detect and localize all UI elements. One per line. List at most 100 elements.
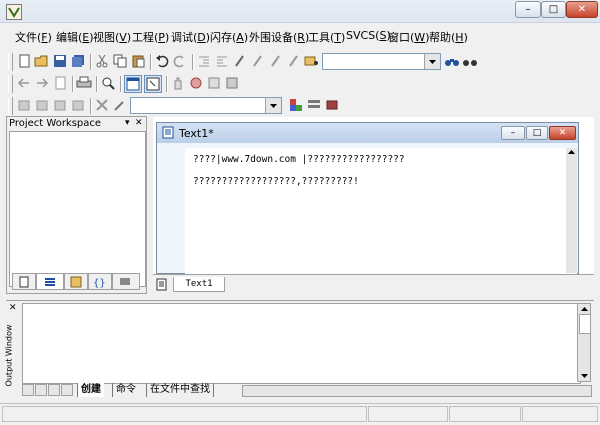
open-folder-icon[interactable]	[34, 53, 50, 69]
indent-icon[interactable]	[196, 53, 212, 69]
output-close-icon[interactable]: ✕	[9, 303, 17, 313]
tab-files[interactable]	[12, 273, 36, 290]
disable-breakpoint-icon[interactable]	[206, 75, 222, 91]
prev-tab-icon[interactable]	[35, 384, 47, 396]
menu-item-label: 编辑	[56, 31, 78, 44]
output-text-area[interactable]	[22, 303, 581, 384]
tab-command[interactable]: 命令	[112, 383, 139, 397]
menu-item-p[interactable]: 工程(P)	[131, 29, 170, 45]
prev-bookmark-icon[interactable]	[268, 53, 284, 69]
menu-item-accelerator: T	[334, 31, 342, 44]
menu-item-a[interactable]: 闪存(A)	[209, 29, 249, 45]
menu-item-w[interactable]: 窗口(W)	[387, 29, 430, 45]
cut-icon[interactable]	[94, 53, 110, 69]
status-message	[2, 406, 367, 422]
stop-build-icon[interactable]	[70, 97, 86, 113]
binoculars-icon[interactable]	[444, 53, 460, 69]
download-icon[interactable]	[94, 97, 110, 113]
tab-find-in-files[interactable]: 在文件中查找	[146, 383, 214, 397]
toolbar-grip[interactable]	[8, 97, 13, 115]
tab-registers[interactable]	[36, 273, 64, 290]
rebuild-icon[interactable]	[52, 97, 68, 113]
scroll-thumb[interactable]	[579, 314, 591, 334]
document-title-bar[interactable]: Text1* – □ ✕	[157, 123, 578, 143]
undo-icon[interactable]	[154, 53, 170, 69]
output-toggle-icon[interactable]	[144, 75, 162, 93]
target-combo[interactable]	[130, 97, 282, 114]
app-icon[interactable]	[6, 4, 22, 20]
output-tab-bar: 创建 命令 在文件中查找	[22, 383, 592, 398]
menu-item-d[interactable]: 调试(D)	[170, 29, 211, 45]
status-panel-3	[522, 406, 598, 422]
chevron-down-icon[interactable]	[265, 98, 281, 113]
title-bar[interactable]: – □ ✕	[0, 0, 600, 23]
last-tab-icon[interactable]	[61, 384, 73, 396]
doc-restore-button[interactable]: □	[526, 126, 548, 140]
menu-item-f[interactable]: 文件(F)	[14, 29, 53, 45]
components-icon[interactable]	[288, 97, 304, 113]
bookmark-icon[interactable]	[232, 53, 248, 69]
breakpoint-icon[interactable]	[188, 75, 204, 91]
next-bookmark-icon[interactable]	[250, 53, 266, 69]
toolbar-grip[interactable]	[8, 53, 13, 71]
workspace-close-icon[interactable]: ✕	[135, 118, 143, 128]
menu-item-s[interactable]: SVCS(S)	[345, 29, 392, 42]
toolbar-build	[6, 72, 596, 96]
tab-templates[interactable]	[112, 273, 140, 290]
document-tab[interactable]: Text1	[173, 277, 225, 292]
find-in-files-icon[interactable]	[304, 53, 320, 69]
close-button[interactable]: ✕	[566, 1, 598, 18]
forward-arrow-icon[interactable]	[34, 75, 50, 91]
menu-item-accelerator: S	[379, 29, 387, 42]
save-all-icon[interactable]	[70, 53, 86, 69]
menu-item-v[interactable]: 视图(V)	[92, 29, 132, 45]
text-line: ??????????????????,?????????!	[193, 176, 359, 187]
build-icon[interactable]	[34, 97, 50, 113]
print-icon[interactable]	[76, 75, 92, 91]
paste-icon[interactable]	[130, 53, 146, 69]
menu-item-r[interactable]: 外围设备(R)	[248, 29, 310, 45]
tab-build[interactable]: 创建	[77, 383, 104, 397]
save-icon[interactable]	[52, 53, 68, 69]
redo-icon[interactable]	[172, 53, 188, 69]
find-next-icon[interactable]	[462, 53, 478, 69]
minimize-button[interactable]: –	[515, 1, 541, 18]
copy-icon[interactable]	[112, 53, 128, 69]
workspace-toggle-icon[interactable]	[124, 75, 142, 93]
toolbar-grip[interactable]	[8, 75, 13, 93]
doc-minimize-button[interactable]: –	[501, 126, 525, 140]
output-window: ✕ Output Window 创建 命令 在文件中查找	[4, 300, 594, 400]
menu-item-label: 工具	[308, 31, 330, 44]
menu-item-e[interactable]: 编辑(E)	[55, 29, 95, 45]
tab-functions[interactable]: {}	[88, 273, 112, 290]
text-editor[interactable]: ????|www.7down.com |????????????????????…	[185, 148, 577, 274]
workspace-pin-icon[interactable]: ▾	[125, 118, 130, 128]
batch-build-icon[interactable]	[306, 97, 322, 113]
document-scrollbar[interactable]	[566, 148, 577, 273]
output-scrollbar[interactable]	[577, 303, 591, 382]
chevron-down-icon[interactable]	[424, 54, 440, 69]
unindent-icon[interactable]	[214, 53, 230, 69]
workspace-tree[interactable]	[9, 131, 146, 287]
maximize-button[interactable]: □	[541, 1, 566, 18]
doc-close-button[interactable]: ✕	[549, 126, 576, 140]
new-file-icon[interactable]	[16, 53, 32, 69]
zoom-icon[interactable]	[100, 75, 116, 91]
back-arrow-icon[interactable]	[16, 75, 32, 91]
template-icon	[120, 277, 130, 285]
compile-icon[interactable]	[16, 97, 32, 113]
next-tab-icon[interactable]	[48, 384, 60, 396]
options-icon[interactable]	[112, 97, 128, 113]
tab-books[interactable]	[64, 273, 88, 290]
chip-icon[interactable]	[324, 97, 340, 113]
menu-item-label: 闪存	[210, 31, 232, 44]
menu-item-h[interactable]: 帮助(H)	[428, 29, 469, 45]
menu-item-t[interactable]: 工具(T)	[307, 29, 346, 45]
first-tab-icon[interactable]	[22, 384, 34, 396]
print-preview-icon[interactable]	[52, 75, 68, 91]
clear-bookmarks-icon[interactable]	[286, 53, 302, 69]
memory-icon[interactable]	[224, 75, 240, 91]
output-horizontal-scrollbar[interactable]	[242, 385, 592, 397]
find-combo[interactable]	[322, 53, 441, 70]
hand-icon[interactable]	[170, 75, 186, 91]
